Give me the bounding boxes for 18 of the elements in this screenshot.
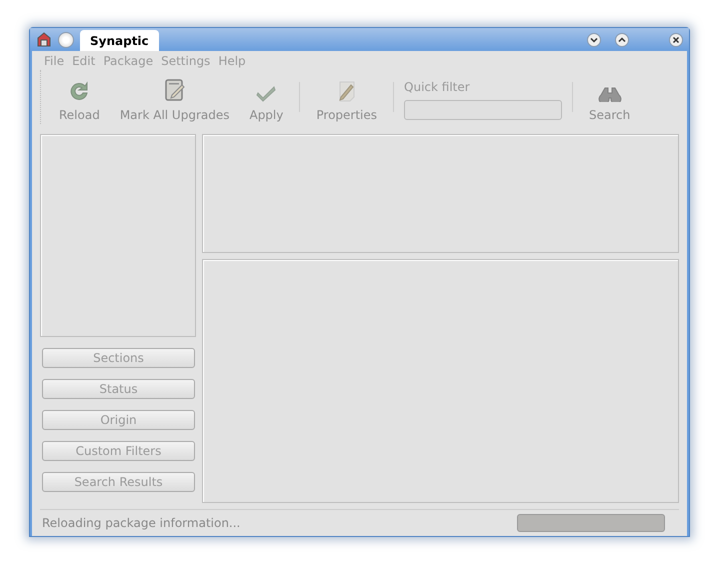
menu-item[interactable]: Help: [214, 54, 250, 68]
reload-icon: [68, 80, 90, 102]
menu-item[interactable]: Settings: [157, 54, 214, 68]
pin-button[interactable]: [58, 32, 74, 48]
menu-item[interactable]: File: [40, 54, 68, 68]
binoculars-icon: [598, 86, 622, 102]
window-title: Synaptic: [80, 30, 159, 51]
app-icon[interactable]: [36, 32, 52, 48]
status-text: Reloading package information...: [42, 516, 240, 530]
pencil-paper-icon: [336, 80, 357, 102]
menu-item[interactable]: Edit: [68, 54, 100, 68]
quick-filter-label: Quick filter: [404, 80, 471, 94]
clipboard-pencil-icon: [162, 78, 187, 102]
checkmark-icon: [256, 84, 276, 102]
menu-item[interactable]: Package: [99, 54, 158, 68]
maximize-button[interactable]: [615, 32, 629, 46]
close-button[interactable]: [669, 32, 683, 46]
minimize-button[interactable]: [587, 32, 601, 46]
